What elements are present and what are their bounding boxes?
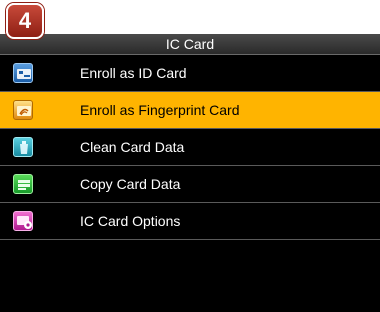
menu-item-label: Enroll as Fingerprint Card bbox=[80, 102, 240, 118]
menu-item-copy-card-data[interactable]: Copy Card Data bbox=[0, 166, 380, 203]
card-options-icon bbox=[13, 211, 33, 231]
menu-item-label: IC Card Options bbox=[80, 213, 181, 229]
menu-item-label: Copy Card Data bbox=[80, 176, 181, 192]
screen-title: IC Card bbox=[0, 34, 380, 55]
copy-card-icon bbox=[13, 174, 33, 194]
menu-item-enroll-id-card[interactable]: Enroll as ID Card bbox=[0, 55, 380, 92]
device-screen: IC Card Enroll as ID Card Enroll as Fing… bbox=[0, 34, 380, 312]
menu-item-label: Clean Card Data bbox=[80, 139, 185, 155]
clean-card-icon bbox=[13, 137, 33, 157]
menu-item-enroll-fingerprint-card[interactable]: Enroll as Fingerprint Card bbox=[0, 92, 380, 129]
menu-item-ic-card-options[interactable]: IC Card Options bbox=[0, 203, 380, 240]
id-card-icon bbox=[13, 63, 33, 83]
menu-item-clean-card-data[interactable]: Clean Card Data bbox=[0, 129, 380, 166]
menu-item-label: Enroll as ID Card bbox=[80, 65, 187, 81]
ic-card-menu: Enroll as ID Card Enroll as Fingerprint … bbox=[0, 55, 380, 240]
step-number-badge: 4 bbox=[6, 3, 44, 39]
fingerprint-card-icon bbox=[13, 100, 33, 120]
